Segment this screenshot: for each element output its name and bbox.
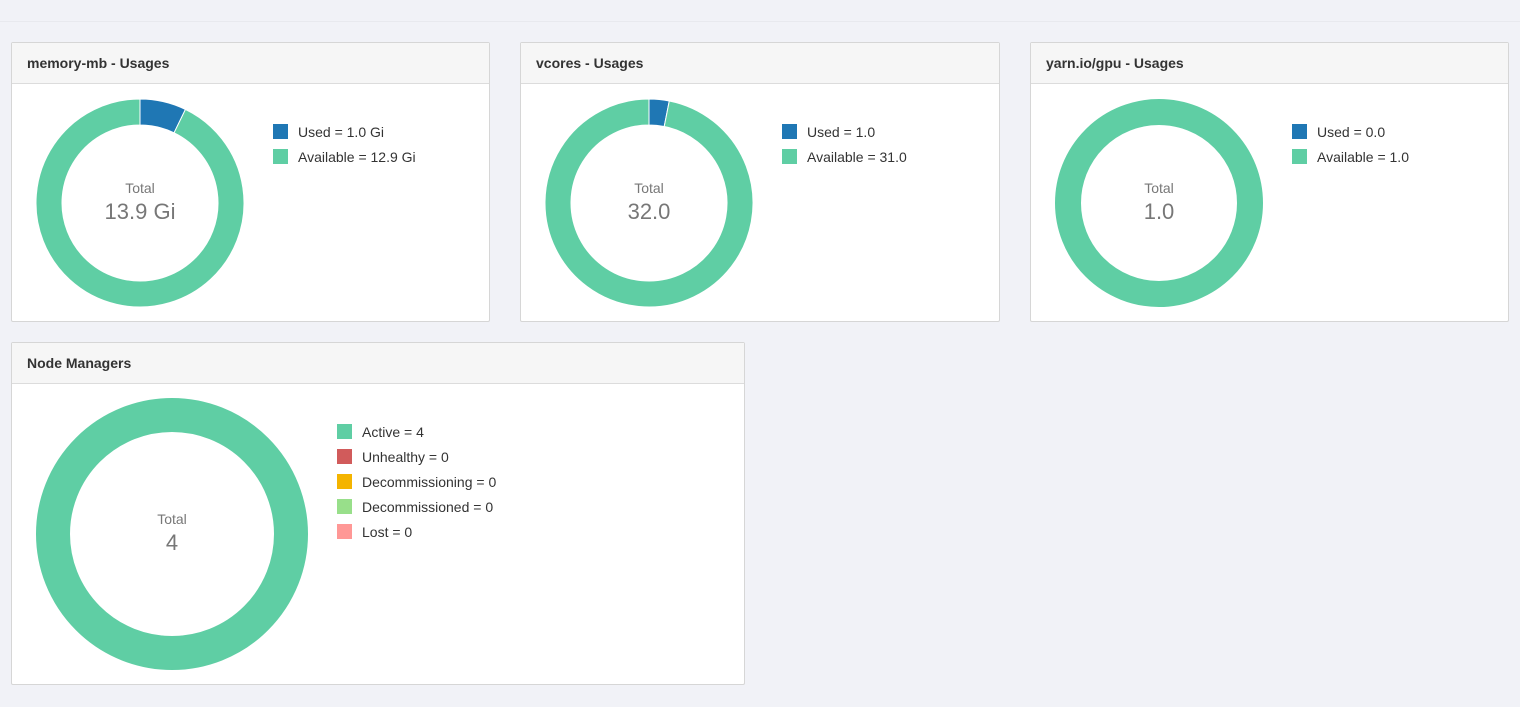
legend-item: Used = 0.0: [1292, 119, 1409, 144]
memory-legend: Used = 1.0 Gi Available = 12.9 Gi: [273, 119, 416, 169]
gpu-donut-chart: Total 1.0: [1031, 43, 1273, 317]
node-managers-donut-chart: Total 4: [12, 343, 318, 680]
legend-item: Available = 1.0: [1292, 144, 1409, 169]
donut-total-value: 32.0: [628, 199, 671, 224]
donut-total-value: 13.9 Gi: [105, 199, 176, 224]
donut-svg: Total 32.0: [544, 98, 754, 308]
legend-item: Decommissioning = 0: [337, 469, 496, 494]
donut-total-value: 4: [166, 530, 178, 555]
donut-svg: Total 1.0: [1055, 99, 1263, 307]
legend-label: Unhealthy = 0: [362, 448, 449, 465]
legend-swatch: [337, 499, 352, 514]
legend-label: Decommissioning = 0: [362, 473, 497, 490]
legend-swatch: [273, 149, 288, 164]
legend-label: Lost = 0: [362, 523, 413, 540]
legend-label: Active = 4: [362, 423, 424, 440]
legend-swatch: [273, 124, 288, 139]
legend-label: Used = 1.0 Gi: [298, 123, 384, 140]
legend-swatch: [782, 124, 797, 139]
legend-swatch: [1292, 124, 1307, 139]
legend-swatch: [337, 449, 352, 464]
legend-label: Used = 0.0: [1317, 123, 1386, 140]
legend-label: Available = 1.0: [1317, 148, 1409, 165]
legend-item: Available = 12.9 Gi: [273, 144, 416, 169]
legend-swatch: [337, 474, 352, 489]
legend-item: Used = 1.0 Gi: [273, 119, 416, 144]
legend-label: Used = 1.0: [807, 123, 876, 140]
legend-swatch: [337, 524, 352, 539]
legend-swatch: [337, 424, 352, 439]
legend-swatch: [1292, 149, 1307, 164]
gpu-usage-panel: yarn.io/gpu - Usages Total 1.0 Used = 0.0…: [1030, 42, 1509, 322]
legend-item: Available = 31.0: [782, 144, 907, 169]
memory-usage-panel: memory-mb - Usages Total 13.9 Gi Used = 1…: [11, 42, 490, 322]
vcores-donut-chart: Total 32.0: [521, 43, 763, 317]
donut-total-label: Total: [157, 511, 187, 527]
vcores-legend: Used = 1.0 Available = 31.0: [782, 119, 907, 169]
legend-item: Used = 1.0: [782, 119, 907, 144]
top-strip: [0, 0, 1520, 22]
legend-label: Available = 31.0: [807, 148, 907, 165]
node-managers-panel: Node Managers Total 4 Active = 4 Unhealthy…: [11, 342, 745, 685]
donut-total-label: Total: [1144, 180, 1174, 196]
legend-item: Lost = 0: [337, 519, 496, 544]
gpu-legend: Used = 0.0 Available = 1.0: [1292, 119, 1409, 169]
donut-svg: Total 4: [36, 398, 308, 670]
legend-item: Active = 4: [337, 419, 496, 444]
legend-label: Decommissioned = 0: [362, 498, 494, 515]
node-managers-legend: Active = 4 Unhealthy = 0 Decommissioning =…: [337, 419, 496, 544]
donut-total-value: 1.0: [1144, 199, 1175, 224]
legend-swatch: [782, 149, 797, 164]
donut-svg: Total 13.9 Gi: [35, 98, 245, 308]
legend-item: Decommissioned = 0: [337, 494, 496, 519]
donut-total-label: Total: [125, 180, 155, 196]
memory-donut-chart: Total 13.9 Gi: [12, 43, 254, 317]
vcores-usage-panel: vcores - Usages Total 32.0 Used = 1.0 Avai…: [520, 42, 1000, 322]
legend-item: Unhealthy = 0: [337, 444, 496, 469]
legend-label: Available = 12.9 Gi: [298, 148, 416, 165]
donut-total-label: Total: [634, 180, 664, 196]
